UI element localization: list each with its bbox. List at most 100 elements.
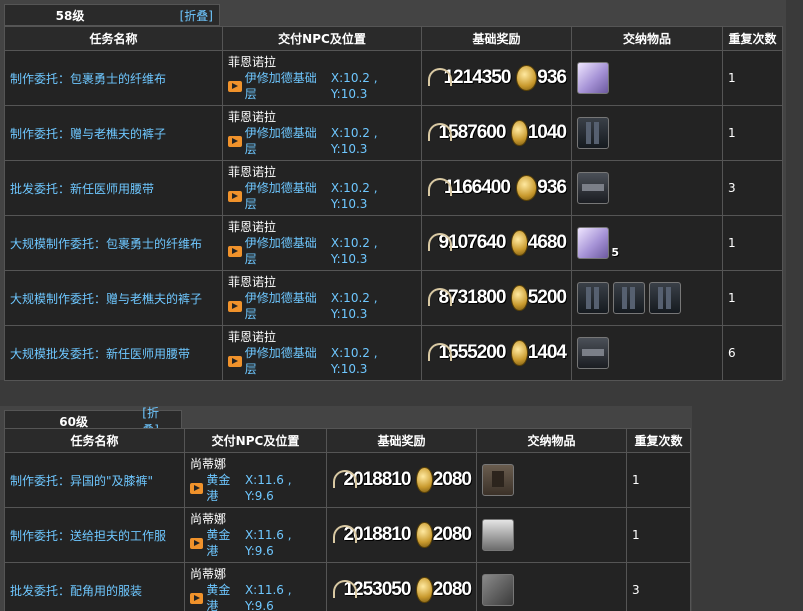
exp-icon xyxy=(427,122,453,144)
location-coordinates: X:10.2 , Y:10.3 xyxy=(330,291,378,321)
repeat-count: 6 xyxy=(722,325,783,381)
exp-icon xyxy=(332,579,358,601)
belt-item-icon[interactable] xyxy=(577,172,609,204)
npc-cell: 菲恩诺拉 伊修加德基础层 X:10.2 , Y:10.3 xyxy=(222,160,422,216)
npc-cell: 菲恩诺拉 伊修加德基础层 X:10.2 , Y:10.3 xyxy=(222,105,422,161)
item-list xyxy=(482,464,621,496)
reward-cell: 2018810 2080 xyxy=(326,452,477,508)
npc-name: 菲恩诺拉 xyxy=(228,220,277,234)
npc-name: 菲恩诺拉 xyxy=(228,330,277,344)
item-list xyxy=(577,282,717,314)
header-repeat: 重复次数 xyxy=(722,26,783,51)
pants-item-icon[interactable] xyxy=(577,117,609,149)
cloth-item-icon[interactable]: 5 xyxy=(577,227,619,259)
gil-coin-icon xyxy=(515,175,538,201)
quest-name-link[interactable]: 大规模批发委托：新任医师用腰带 xyxy=(4,325,223,381)
npc-location[interactable]: 伊修加德基础层 X:10.2 , Y:10.3 xyxy=(228,235,416,267)
exp-icon xyxy=(332,469,358,491)
location-coordinates: X:11.6 , Y:9.6 xyxy=(244,528,292,558)
quest-name-link[interactable]: 批发委托：配角用的服装 xyxy=(4,562,185,611)
reward-cell: 9107640 4680 xyxy=(421,215,572,271)
gil-coin-icon xyxy=(416,577,433,603)
location-name[interactable]: 伊修加德基础层 xyxy=(245,235,327,267)
map-marker-icon xyxy=(228,245,242,257)
location-name[interactable]: 黄金港 xyxy=(206,582,241,611)
npc-cell: 尚蒂娜 黄金港 X:11.6 , Y:9.6 xyxy=(184,452,327,508)
map-marker-icon xyxy=(228,300,242,312)
npc-cell: 尚蒂娜 黄金港 X:11.6 , Y:9.6 xyxy=(184,562,327,611)
npc-location[interactable]: 黄金港 X:11.6 , Y:9.6 xyxy=(190,527,321,559)
location-name[interactable]: 伊修加德基础层 xyxy=(245,290,327,322)
reward: 1214350 936 xyxy=(427,65,567,91)
item-list xyxy=(577,172,717,204)
repeat-count: 1 xyxy=(626,507,691,563)
npc-name: 菲恩诺拉 xyxy=(228,165,277,179)
items-cell xyxy=(476,562,627,611)
quest-name-link[interactable]: 制作委托：异国的"及膝裤" xyxy=(4,452,185,508)
quest-name-link[interactable]: 制作委托：送给担夫的工作服 xyxy=(4,507,185,563)
map-marker-icon xyxy=(190,482,204,494)
npc-location[interactable]: 伊修加德基础层 X:10.2 , Y:10.3 xyxy=(228,70,416,102)
location-name[interactable]: 伊修加德基础层 xyxy=(245,180,327,212)
npc-location[interactable]: 伊修加德基础层 X:10.2 , Y:10.3 xyxy=(228,125,416,157)
reward-cell: 2018810 2080 xyxy=(326,507,477,563)
location-name[interactable]: 黄金港 xyxy=(206,472,241,504)
shorts-item-icon[interactable] xyxy=(482,464,514,496)
belt-item-icon[interactable] xyxy=(577,337,609,369)
repeat-count: 1 xyxy=(626,452,691,508)
npc-name: 尚蒂娜 xyxy=(190,567,227,581)
reward: 9107640 4680 xyxy=(427,230,567,256)
exp-icon xyxy=(427,342,453,364)
reward: 1587600 1040 xyxy=(427,120,567,146)
item-list xyxy=(577,117,717,149)
table-header-row: 任务名称 交付NPC及位置 基础奖励 交纳物品 重复次数 xyxy=(4,428,691,453)
quest-name-link[interactable]: 大规模制作委托：赠与老樵夫的裤子 xyxy=(4,270,223,326)
npc-location[interactable]: 黄金港 X:11.6 , Y:9.6 xyxy=(190,472,321,504)
npc-name: 菲恩诺拉 xyxy=(228,275,277,289)
npc-location[interactable]: 黄金港 X:11.6 , Y:9.6 xyxy=(190,582,321,611)
npc-cell: 菲恩诺拉 伊修加德基础层 X:10.2 , Y:10.3 xyxy=(222,325,422,381)
fold-link[interactable]: [折叠] xyxy=(180,7,219,24)
gear-item-icon[interactable] xyxy=(482,574,514,606)
location-name[interactable]: 伊修加德基础层 xyxy=(245,70,327,102)
gil-value: 2080 xyxy=(432,469,472,490)
location-coordinates: X:10.2 , Y:10.3 xyxy=(330,126,378,156)
pants-item-icon[interactable] xyxy=(649,282,681,314)
exp-icon xyxy=(427,177,452,199)
section-tabbar: 58级 [折叠] xyxy=(4,4,220,26)
npc-name: 尚蒂娜 xyxy=(190,457,227,471)
header-repeat: 重复次数 xyxy=(626,428,691,453)
outfit-item-icon[interactable] xyxy=(482,519,514,551)
pants-item-icon[interactable] xyxy=(577,282,609,314)
table-row: 制作委托：赠与老樵夫的裤子 菲恩诺拉 伊修加德基础层 X:10.2 , Y:10.3 1… xyxy=(4,105,783,161)
reward-cell: 1555200 1404 xyxy=(421,325,572,381)
npc-location[interactable]: 伊修加德基础层 X:10.2 , Y:10.3 xyxy=(228,345,416,377)
quest-name-link[interactable]: 大规模制作委托：包裹勇士的纤维布 xyxy=(4,215,223,271)
location-coordinates: X:11.6 , Y:9.6 xyxy=(244,583,292,611)
gil-coin-icon xyxy=(511,120,528,146)
quest-name-link[interactable]: 制作委托：赠与老樵夫的裤子 xyxy=(4,105,223,161)
cloth-item-icon[interactable] xyxy=(577,62,609,94)
location-name[interactable]: 伊修加德基础层 xyxy=(245,125,327,157)
npc-location[interactable]: 伊修加德基础层 X:10.2 , Y:10.3 xyxy=(228,290,416,322)
location-name[interactable]: 伊修加德基础层 xyxy=(245,345,327,377)
table-row: 大规模批发委托：新任医师用腰带 菲恩诺拉 伊修加德基础层 X:10.2 , Y:10.… xyxy=(4,325,783,381)
gil-value: 2080 xyxy=(432,524,472,545)
repeat-count: 1 xyxy=(722,270,783,326)
location-name[interactable]: 黄金港 xyxy=(206,527,241,559)
gil-value: 936 xyxy=(537,177,567,198)
quest-name-link[interactable]: 制作委托：包裹勇士的纤维布 xyxy=(4,50,223,106)
reward-cell: 8731800 5200 xyxy=(421,270,572,326)
npc-cell: 尚蒂娜 黄金港 X:11.6 , Y:9.6 xyxy=(184,507,327,563)
items-cell xyxy=(571,325,723,381)
table-body: 制作委托：包裹勇士的纤维布 菲恩诺拉 伊修加德基础层 X:10.2 , Y:10.3 1… xyxy=(4,50,783,381)
item-quantity: 5 xyxy=(611,246,619,259)
table-row: 制作委托：异国的"及膝裤" 尚蒂娜 黄金港 X:11.6 , Y:9.6 2018810… xyxy=(4,452,691,508)
item-list xyxy=(482,574,621,606)
location-coordinates: X:10.2 , Y:10.3 xyxy=(330,71,378,101)
table-body: 制作委托：异国的"及膝裤" 尚蒂娜 黄金港 X:11.6 , Y:9.6 2018810… xyxy=(4,452,691,611)
npc-location[interactable]: 伊修加德基础层 X:10.2 , Y:10.3 xyxy=(228,180,416,212)
table-header-row: 任务名称 交付NPC及位置 基础奖励 交纳物品 重复次数 xyxy=(4,26,783,51)
pants-item-icon[interactable] xyxy=(613,282,645,314)
quest-name-link[interactable]: 批发委托：新任医师用腰带 xyxy=(4,160,223,216)
